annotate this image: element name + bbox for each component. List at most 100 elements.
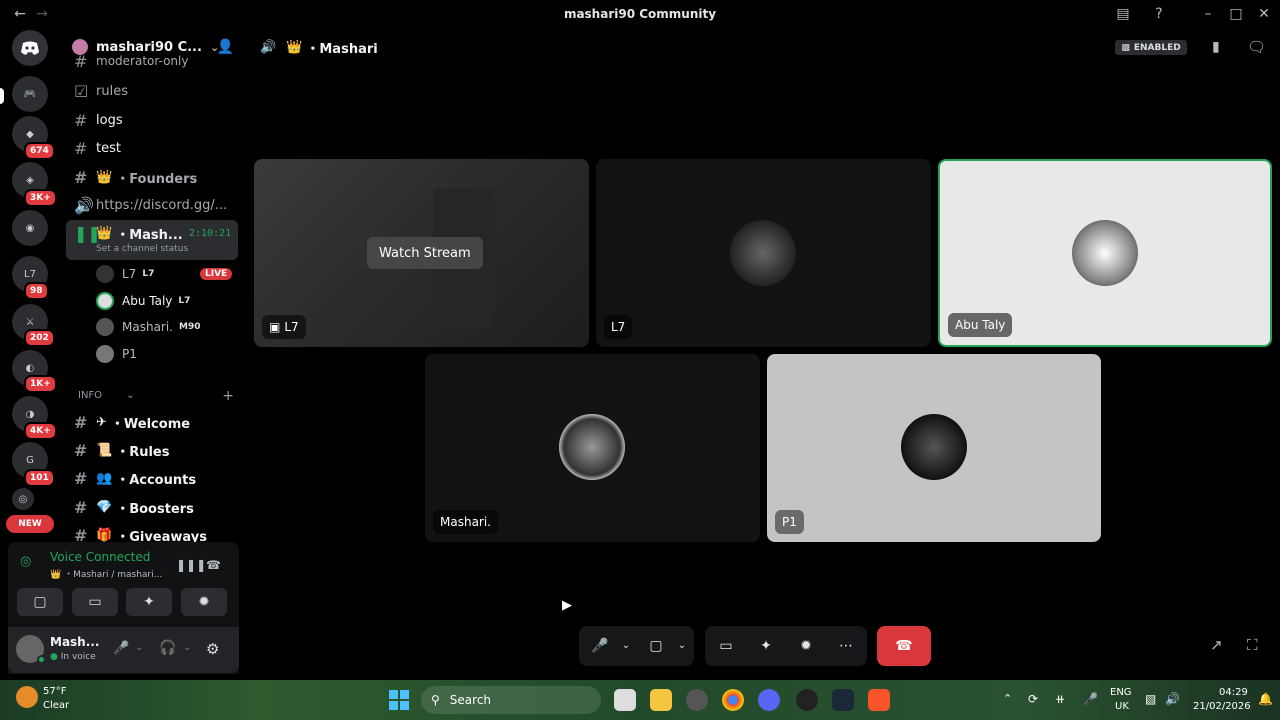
voice-member[interactable]: Abu Taly L7 (96, 290, 190, 312)
soundboard-icon[interactable]: ✹ (795, 636, 817, 656)
new-badge[interactable]: NEW (6, 515, 54, 533)
server-badge: 202 (24, 329, 55, 347)
channel-item-boosters[interactable]: # 💎 ・Boosters (74, 495, 194, 519)
chevron-down-icon[interactable]: ⌄ (135, 642, 143, 653)
disconnect-icon[interactable]: ☎ (206, 558, 221, 572)
network-off-icon[interactable]: ⧺ (1055, 692, 1065, 706)
voice-channel-label[interactable]: ❚❚ 👑 ・Mash... 2:10:21 (74, 221, 234, 245)
server-icon[interactable]: ◉ (12, 210, 48, 246)
camera-toggle-button[interactable]: ▢ (17, 588, 63, 616)
network-icon[interactable]: ▧ (1145, 692, 1156, 706)
server-badge: 3K+ (24, 189, 57, 207)
tile-label: L7 (604, 315, 633, 339)
channel-item-accounts[interactable]: # 👥 ・Accounts (74, 466, 196, 490)
noise-suppression-icon[interactable]: ❚❚❚ (176, 558, 206, 572)
video-tile-abu-taly[interactable]: Abu Taly (938, 159, 1272, 347)
steam-icon[interactable] (832, 689, 854, 711)
add-member-icon[interactable]: 👤 (217, 39, 234, 55)
server-badge: 1K+ (24, 375, 57, 393)
chrome-icon[interactable] (722, 689, 744, 711)
tray-chevron-icon[interactable]: ⌃ (1003, 692, 1012, 705)
channel-item-founders[interactable]: # 👑 ・Founders (74, 165, 197, 189)
gear-icon[interactable]: ⚙ (206, 640, 219, 658)
set-channel-status[interactable]: Set a channel status (96, 244, 188, 254)
task-view-icon[interactable] (614, 689, 636, 711)
soundboard-icon: ✹ (198, 594, 210, 610)
add-channel-icon[interactable]: + (222, 388, 234, 404)
camera-off-icon: ▢ (33, 594, 47, 610)
screenshare-button[interactable]: ▭ (72, 588, 118, 616)
discord-icon[interactable] (758, 689, 780, 711)
signal-icon[interactable]: ◎ (20, 554, 42, 576)
weather-icon[interactable] (16, 686, 38, 708)
video-tile-p1[interactable]: P1 (767, 354, 1101, 542)
tile-label: P1 (775, 510, 804, 534)
inbox-icon[interactable]: ▤ (1113, 4, 1133, 24)
clock-date[interactable]: 21/02/2026 (1193, 701, 1251, 712)
mic-icon[interactable]: 🎤 (589, 636, 611, 656)
hash-icon: # (74, 497, 88, 517)
close-icon[interactable]: ✕ (1254, 4, 1274, 24)
server-icon-voice[interactable]: 🎮 (12, 76, 48, 112)
minimize-icon[interactable]: – (1198, 4, 1218, 24)
video-tile-stream[interactable]: Watch Stream ▣ L7 (254, 159, 589, 347)
channel-item-rules-info[interactable]: # 📜 ・Rules (74, 438, 169, 462)
popout-icon[interactable]: ↗ (1210, 636, 1223, 654)
brave-icon[interactable] (868, 689, 890, 711)
chat-icon[interactable]: 🗨 (1247, 38, 1266, 56)
obs-icon[interactable] (796, 689, 818, 711)
file-explorer-icon[interactable] (650, 689, 672, 711)
lang-bottom[interactable]: UK (1115, 701, 1129, 712)
help-icon[interactable]: ? (1149, 4, 1169, 24)
maximize-icon[interactable]: □ (1226, 4, 1246, 24)
channel-item-logs[interactable]: # logs (74, 108, 123, 132)
server-badge: 101 (24, 469, 55, 487)
watch-stream-button[interactable]: Watch Stream (367, 237, 483, 269)
volume-icon[interactable]: 🔊 (1165, 692, 1180, 706)
soundboard-button[interactable]: ✹ (181, 588, 227, 616)
hangup-button[interactable]: ☎ (877, 626, 931, 666)
voice-member[interactable]: L7 L7 LIVE (96, 263, 233, 285)
server-icon[interactable]: ◎ (12, 488, 34, 510)
search-icon: ⚲ (431, 693, 440, 707)
voice-member[interactable]: Mashari. M90 (96, 316, 200, 338)
activity-icon[interactable]: ✦ (755, 636, 777, 656)
windows-start-icon[interactable] (389, 690, 409, 710)
clock-time[interactable]: 04:29 (1219, 687, 1248, 698)
screenshare-icon[interactable]: ▭ (715, 636, 737, 656)
app-icon[interactable] (686, 689, 708, 711)
chevron-down-icon[interactable]: ⌄ (671, 636, 693, 656)
mic-icon[interactable]: 🎤 (113, 641, 129, 656)
mic-tray-icon[interactable]: 🎤 (1083, 692, 1098, 706)
plane-icon: ✈ (96, 414, 107, 430)
bookmark-icon[interactable]: ▮ (1212, 39, 1220, 55)
channel-item-invite[interactable]: 🔊 https://discord.gg/... (74, 193, 227, 217)
forward-arrow-icon[interactable]: → (32, 4, 52, 24)
notification-icon[interactable]: 🔔 (1258, 692, 1273, 706)
discord-home-icon[interactable] (12, 30, 48, 66)
voice-member[interactable]: P1 (96, 343, 137, 365)
enabled-badge[interactable]: ▩ ENABLED (1115, 40, 1187, 55)
channel-item-rules[interactable]: ☑ rules (74, 79, 128, 103)
announce-icon: 🔊 (74, 195, 94, 215)
chevron-down-icon[interactable]: ⌄ (615, 636, 637, 656)
headphones-icon[interactable]: 🎧 (159, 640, 176, 656)
channel-item[interactable]: # moderator-only (74, 54, 188, 68)
taskbar-search[interactable]: ⚲ Search (421, 686, 601, 714)
activity-icon: ✦ (143, 594, 155, 610)
video-tile-mashari[interactable]: Mashari. (425, 354, 760, 542)
fullscreen-icon[interactable]: ⛶ (1247, 636, 1258, 654)
voice-activity-icon: ❚❚ (74, 223, 101, 243)
channel-item-test[interactable]: # test (74, 136, 121, 160)
activity-button[interactable]: ✦ (126, 588, 172, 616)
category-info[interactable]: INFO ⌄ + (78, 388, 234, 404)
video-tile-l7[interactable]: L7 (596, 159, 931, 347)
back-arrow-icon[interactable]: ← (10, 4, 30, 24)
channel-item-welcome[interactable]: # ✈ ・Welcome (74, 410, 190, 434)
lang-top[interactable]: ENG (1110, 687, 1132, 698)
chevron-down-icon[interactable]: ⌄ (183, 642, 191, 653)
sync-icon[interactable]: ⟳ (1028, 692, 1038, 706)
more-icon[interactable]: ⋯ (835, 636, 857, 656)
camera-off-icon[interactable]: ▢ (645, 636, 667, 656)
hangup-icon: ☎ (895, 638, 913, 654)
